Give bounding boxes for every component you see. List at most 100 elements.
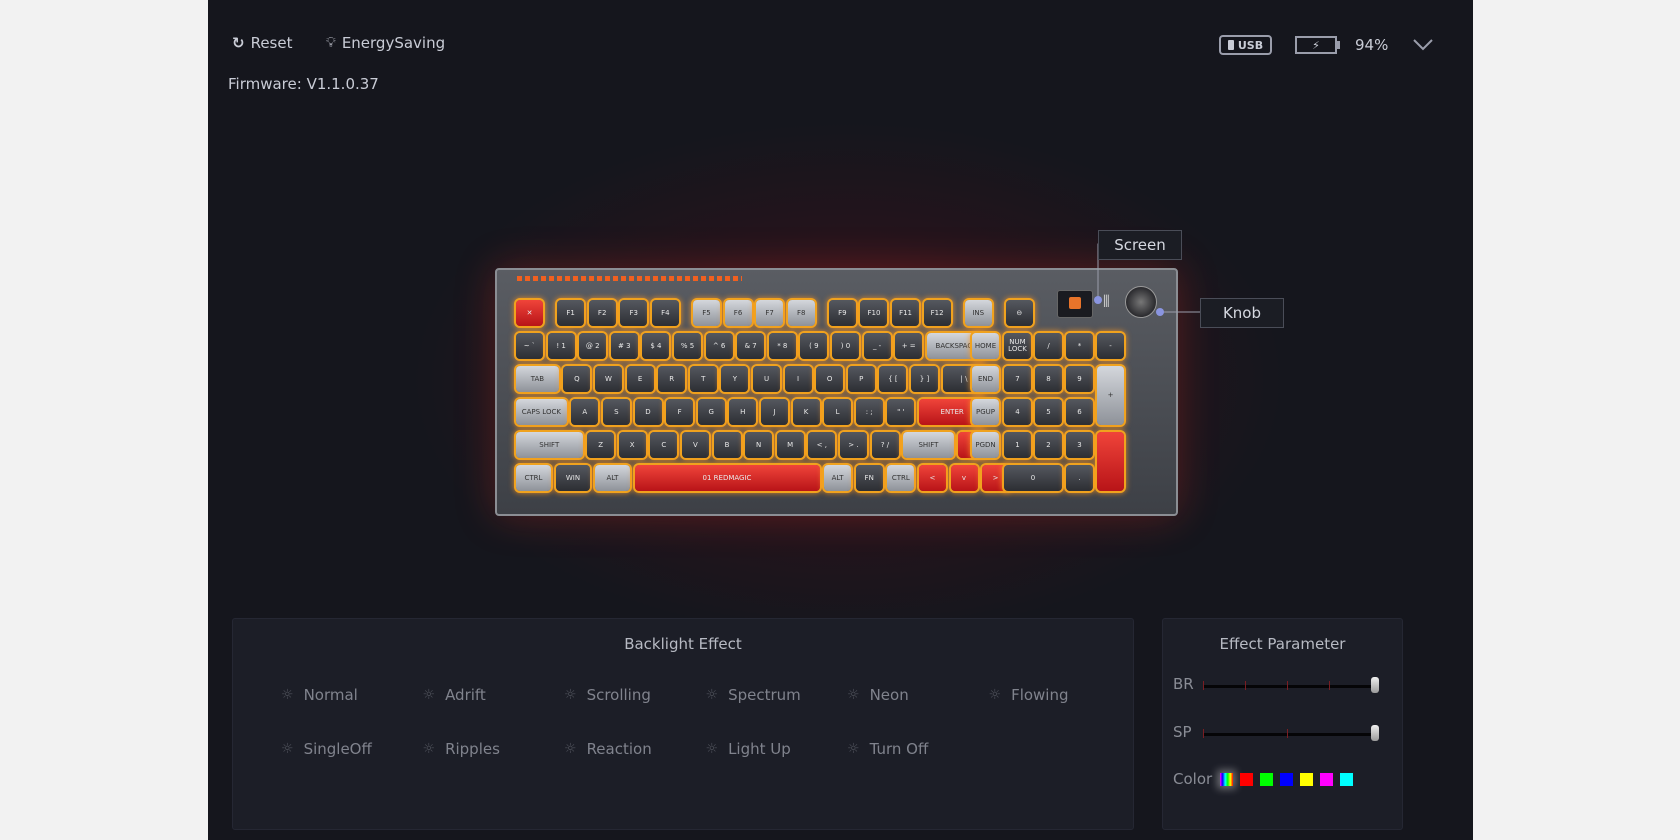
key[interactable]: N bbox=[745, 432, 773, 458]
key[interactable]: G bbox=[697, 399, 725, 425]
key[interactable]: INS bbox=[964, 300, 992, 326]
key[interactable]: F12 bbox=[923, 300, 951, 326]
key[interactable]: ^ 6 bbox=[705, 333, 733, 359]
effect-option[interactable]: ☼ Neon bbox=[847, 686, 909, 704]
key[interactable]: } ] bbox=[911, 366, 938, 392]
effect-option[interactable]: ☼ Light Up bbox=[706, 740, 791, 758]
key[interactable]: F10 bbox=[860, 300, 888, 326]
knob-callout[interactable]: Knob bbox=[1200, 298, 1284, 328]
key[interactable]: A bbox=[571, 399, 599, 425]
key[interactable]: PGDN bbox=[972, 432, 999, 458]
key[interactable]: K bbox=[792, 399, 820, 425]
key[interactable]: ! 1 bbox=[547, 333, 575, 359]
color-swatch[interactable] bbox=[1300, 773, 1313, 786]
key[interactable]: S bbox=[602, 399, 630, 425]
color-swatch[interactable] bbox=[1320, 773, 1333, 786]
key[interactable]: ✕ bbox=[516, 300, 543, 326]
key[interactable]: 1 bbox=[1004, 432, 1031, 458]
key[interactable]: F8 bbox=[787, 300, 815, 326]
key[interactable]: < , bbox=[808, 432, 836, 458]
key[interactable]: T bbox=[689, 366, 717, 392]
slider-thumb[interactable] bbox=[1371, 725, 1379, 741]
key[interactable]: ALT bbox=[595, 465, 630, 491]
key[interactable]: . bbox=[1066, 465, 1093, 491]
key[interactable]: CTRL bbox=[887, 465, 915, 491]
key[interactable]: E bbox=[626, 366, 654, 392]
key[interactable]: P bbox=[847, 366, 875, 392]
key[interactable]: O bbox=[816, 366, 844, 392]
key[interactable]: ⊖ bbox=[1005, 300, 1033, 326]
key[interactable]: C bbox=[650, 432, 678, 458]
key[interactable]: ) 0 bbox=[832, 333, 859, 359]
effect-option[interactable]: ☼ Normal bbox=[281, 686, 358, 704]
key[interactable]: CTRL bbox=[516, 465, 551, 491]
key[interactable]: _ - bbox=[863, 333, 891, 359]
key[interactable]: ~ ` bbox=[516, 333, 543, 359]
effect-option[interactable]: ☼ Spectrum bbox=[706, 686, 801, 704]
key[interactable]: SHIFT bbox=[903, 432, 954, 458]
key[interactable]: 7 bbox=[1004, 366, 1031, 392]
key[interactable]: + bbox=[1097, 366, 1124, 425]
key[interactable]: TAB bbox=[516, 366, 559, 392]
energy-saving-button[interactable]: 💡︎ EnergySaving bbox=[326, 34, 445, 52]
key[interactable]: F5 bbox=[692, 300, 720, 326]
key[interactable] bbox=[1097, 432, 1124, 491]
key[interactable]: % 5 bbox=[674, 333, 701, 359]
key[interactable]: V bbox=[681, 432, 709, 458]
key[interactable]: B bbox=[713, 432, 741, 458]
key[interactable]: HOME bbox=[972, 333, 999, 359]
key[interactable]: 01 REDMAGIC bbox=[634, 465, 820, 491]
key[interactable]: WIN bbox=[555, 465, 591, 491]
color-swatch[interactable] bbox=[1280, 773, 1293, 786]
key[interactable]: F9 bbox=[828, 300, 856, 326]
color-swatch[interactable] bbox=[1240, 773, 1253, 786]
key[interactable]: 5 bbox=[1035, 399, 1062, 425]
key[interactable]: 6 bbox=[1066, 399, 1093, 425]
speed-slider[interactable] bbox=[1203, 725, 1379, 741]
key[interactable]: F4 bbox=[651, 300, 679, 326]
key[interactable]: $ 4 bbox=[642, 333, 670, 359]
effect-option[interactable]: ☼ Turn Off bbox=[847, 740, 928, 758]
key[interactable]: 9 bbox=[1066, 366, 1093, 392]
color-swatch[interactable] bbox=[1260, 773, 1273, 786]
key[interactable]: F6 bbox=[724, 300, 752, 326]
color-swatch[interactable] bbox=[1340, 773, 1353, 786]
key[interactable]: FN bbox=[855, 465, 883, 491]
key[interactable]: ALT bbox=[824, 465, 852, 491]
key[interactable]: PGUP bbox=[972, 399, 999, 425]
key[interactable]: NUM LOCK bbox=[1004, 333, 1031, 359]
key[interactable]: END bbox=[972, 366, 999, 392]
reset-button[interactable]: ↻ Reset bbox=[232, 34, 292, 52]
key[interactable]: H bbox=[729, 399, 757, 425]
key[interactable]: 0 bbox=[1004, 465, 1062, 491]
key[interactable]: L bbox=[824, 399, 852, 425]
effect-option[interactable]: ☼ SingleOff bbox=[281, 740, 372, 758]
key[interactable]: < bbox=[918, 465, 946, 491]
key[interactable]: 4 bbox=[1004, 399, 1031, 425]
key[interactable]: I bbox=[784, 366, 812, 392]
effect-option[interactable]: ☼ Ripples bbox=[423, 740, 500, 758]
key[interactable]: & 7 bbox=[737, 333, 765, 359]
key[interactable]: # 3 bbox=[610, 333, 638, 359]
key[interactable]: " ' bbox=[887, 399, 915, 425]
key[interactable]: X bbox=[618, 432, 646, 458]
key[interactable]: F1 bbox=[557, 300, 585, 326]
effect-option[interactable]: ☼ Adrift bbox=[423, 686, 486, 704]
key[interactable]: F11 bbox=[892, 300, 920, 326]
key[interactable]: SHIFT bbox=[516, 432, 583, 458]
key[interactable]: Q bbox=[563, 366, 591, 392]
key[interactable]: U bbox=[753, 366, 780, 392]
effect-option[interactable]: ☼ Reaction bbox=[564, 740, 652, 758]
key[interactable]: F bbox=[666, 399, 694, 425]
key[interactable]: J bbox=[760, 399, 788, 425]
key[interactable]: F2 bbox=[588, 300, 616, 326]
key[interactable]: Z bbox=[587, 432, 615, 458]
color-swatch[interactable] bbox=[1220, 773, 1233, 786]
key[interactable]: @ 2 bbox=[579, 333, 607, 359]
effect-option[interactable]: ☼ Scrolling bbox=[564, 686, 651, 704]
key[interactable]: { [ bbox=[879, 366, 907, 392]
key[interactable]: * 8 bbox=[768, 333, 796, 359]
key[interactable]: D bbox=[634, 399, 662, 425]
key[interactable]: ( 9 bbox=[800, 333, 828, 359]
key[interactable]: + = bbox=[895, 333, 923, 359]
